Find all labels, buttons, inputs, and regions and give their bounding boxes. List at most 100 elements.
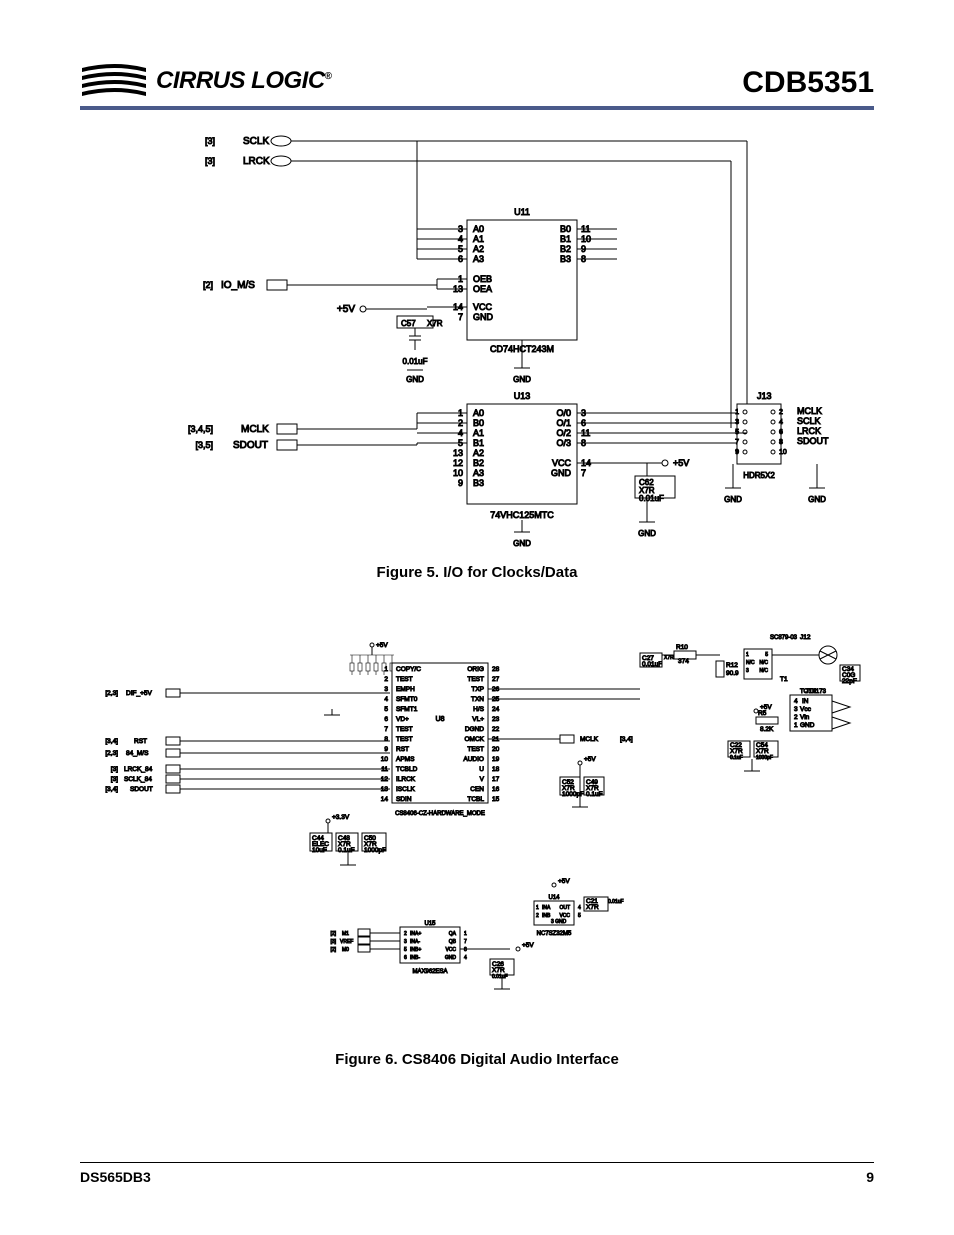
svg-text:SDOUT: SDOUT — [233, 440, 268, 451]
svg-text:R12: R12 — [726, 662, 738, 669]
svg-text:7: 7 — [581, 468, 586, 478]
svg-text:SFMT0: SFMT0 — [396, 696, 418, 703]
svg-text:6: 6 — [384, 716, 388, 723]
svg-text:OEA: OEA — [473, 284, 492, 294]
fig5-c57-decouple: +5V C57 X7R 0.01uF GND — [337, 304, 443, 384]
svg-text:VCC: VCC — [552, 458, 572, 468]
svg-text:1: 1 — [536, 905, 539, 911]
svg-text:[2]: [2] — [330, 931, 336, 937]
svg-text:Vcc: Vcc — [800, 706, 812, 713]
svg-text:84_M/S: 84_M/S — [126, 750, 149, 757]
svg-text:8: 8 — [384, 736, 388, 743]
fig6-tx-network: C270.01uFX7R R10374 R1290.9 T1 15 N/CN/C… — [640, 634, 860, 685]
brand-name: CIRRUS LOGIC® — [156, 67, 332, 95]
svg-text:TEST: TEST — [396, 676, 413, 683]
svg-text:INA: INA — [542, 905, 551, 911]
svg-text:N/C: N/C — [746, 660, 755, 666]
svg-text:6: 6 — [779, 429, 783, 436]
svg-text:1: 1 — [794, 722, 798, 729]
svg-text:SCLK_84: SCLK_84 — [124, 776, 152, 783]
svg-text:A1: A1 — [473, 234, 484, 244]
svg-text:5: 5 — [765, 652, 768, 658]
svg-text:SFMT1: SFMT1 — [396, 706, 418, 713]
fig5-input-io-ms: [2] IO_M/S — [203, 279, 437, 291]
svg-text:X7R: X7R — [492, 967, 505, 974]
svg-text:N/C: N/C — [759, 668, 768, 674]
svg-text:[3]: [3] — [111, 766, 118, 773]
svg-text:X7R: X7R — [730, 748, 743, 755]
svg-text:X7R: X7R — [586, 904, 599, 911]
doc-number: DS565DB3 — [80, 1169, 151, 1185]
svg-text:SCLK: SCLK — [797, 416, 821, 426]
svg-text:OEB: OEB — [473, 274, 492, 284]
svg-text:TCBLD: TCBLD — [396, 766, 418, 773]
svg-text:3: 3 — [404, 939, 407, 945]
svg-text:TOTX173: TOTX173 — [800, 689, 827, 695]
svg-text:1: 1 — [746, 652, 749, 658]
svg-text:A1: A1 — [473, 428, 484, 438]
svg-text:5: 5 — [578, 913, 581, 919]
svg-text:8: 8 — [779, 439, 783, 446]
svg-text:HDR5X2: HDR5X2 — [743, 471, 775, 480]
svg-text:T1: T1 — [780, 676, 788, 683]
svg-text:O/3: O/3 — [556, 438, 571, 448]
svg-text:LRCK_84: LRCK_84 — [124, 766, 153, 773]
svg-text:5: 5 — [404, 947, 407, 953]
svg-text:[3]: [3] — [111, 776, 118, 783]
svg-text:SDOUT: SDOUT — [130, 786, 153, 793]
svg-text:3: 3 — [794, 706, 798, 713]
svg-text:1000pF: 1000pF — [562, 791, 584, 798]
svg-text:13: 13 — [381, 786, 389, 793]
svg-text:MCLK: MCLK — [580, 736, 599, 743]
svg-text:2: 2 — [404, 931, 407, 937]
fig6-opto: J10TOTX173 4IN 3Vcc 2Vin 1GND +5V R58.2K… — [728, 688, 850, 771]
svg-text:0.01uF: 0.01uF — [608, 899, 624, 905]
brand-reg-icon: ® — [325, 71, 332, 82]
svg-text:0.1uF: 0.1uF — [730, 755, 743, 761]
svg-text:GND: GND — [445, 955, 457, 961]
svg-text:6: 6 — [404, 955, 407, 961]
svg-text:10: 10 — [779, 449, 787, 456]
svg-text:2: 2 — [794, 714, 798, 721]
svg-text:0.01uF: 0.01uF — [403, 357, 428, 366]
svg-text:2: 2 — [779, 409, 783, 416]
svg-text:23: 23 — [492, 716, 500, 723]
page-number: 9 — [866, 1169, 874, 1185]
svg-text:A2: A2 — [473, 244, 484, 254]
svg-text:15: 15 — [492, 796, 500, 803]
svg-text:TEST: TEST — [467, 676, 484, 683]
figure-5-schematic: [3] SCLK [3] LRCK U11 — [80, 120, 874, 560]
svg-text:VL+: VL+ — [472, 716, 484, 723]
svg-text:0.01uF: 0.01uF — [639, 494, 664, 503]
svg-text:17: 17 — [492, 776, 500, 783]
svg-text:0.1uF: 0.1uF — [586, 791, 603, 798]
svg-text:4: 4 — [794, 698, 798, 705]
svg-text:0.1uF: 0.1uF — [338, 847, 355, 854]
svg-text:7: 7 — [464, 939, 467, 945]
svg-text:[3,4,5]: [3,4,5] — [188, 424, 213, 434]
svg-text:A2: A2 — [473, 448, 484, 458]
fig6-vd33-decouple: +3.3V C44ELEC10uF C48X7R0.1uF C50X7R1000… — [310, 814, 386, 865]
svg-text:LRCK: LRCK — [243, 156, 270, 167]
svg-text:NC7SZ32M5: NC7SZ32M5 — [537, 931, 572, 937]
svg-text:[3]: [3] — [330, 939, 336, 945]
svg-text:4: 4 — [384, 696, 388, 703]
svg-text:8.2K: 8.2K — [760, 726, 774, 733]
svg-text:M1: M1 — [342, 931, 349, 937]
svg-text:A3: A3 — [473, 468, 484, 478]
svg-text:C57: C57 — [401, 319, 416, 328]
svg-text:+5V: +5V — [522, 942, 534, 949]
svg-text:SC879-03: SC879-03 — [770, 635, 798, 641]
page-header: CIRRUS LOGIC® CDB5351 — [80, 40, 874, 110]
fig6-left-inputs: [2,3]DIF_+5V [3,4]RST [2,3]84_M/S [3]LRC… — [105, 689, 390, 793]
svg-text:3: 3 — [746, 668, 749, 674]
svg-text:ORIG: ORIG — [467, 666, 484, 673]
svg-text:[2,3]: [2,3] — [105, 690, 118, 697]
svg-text:B0: B0 — [560, 224, 571, 234]
svg-text:QA: QA — [449, 931, 457, 937]
svg-text:22pF: 22pF — [842, 678, 857, 685]
svg-text:14: 14 — [381, 796, 389, 803]
svg-text:[3,4]: [3,4] — [105, 786, 118, 793]
svg-text:9: 9 — [735, 449, 739, 456]
svg-text:[3,4]: [3,4] — [620, 736, 633, 743]
